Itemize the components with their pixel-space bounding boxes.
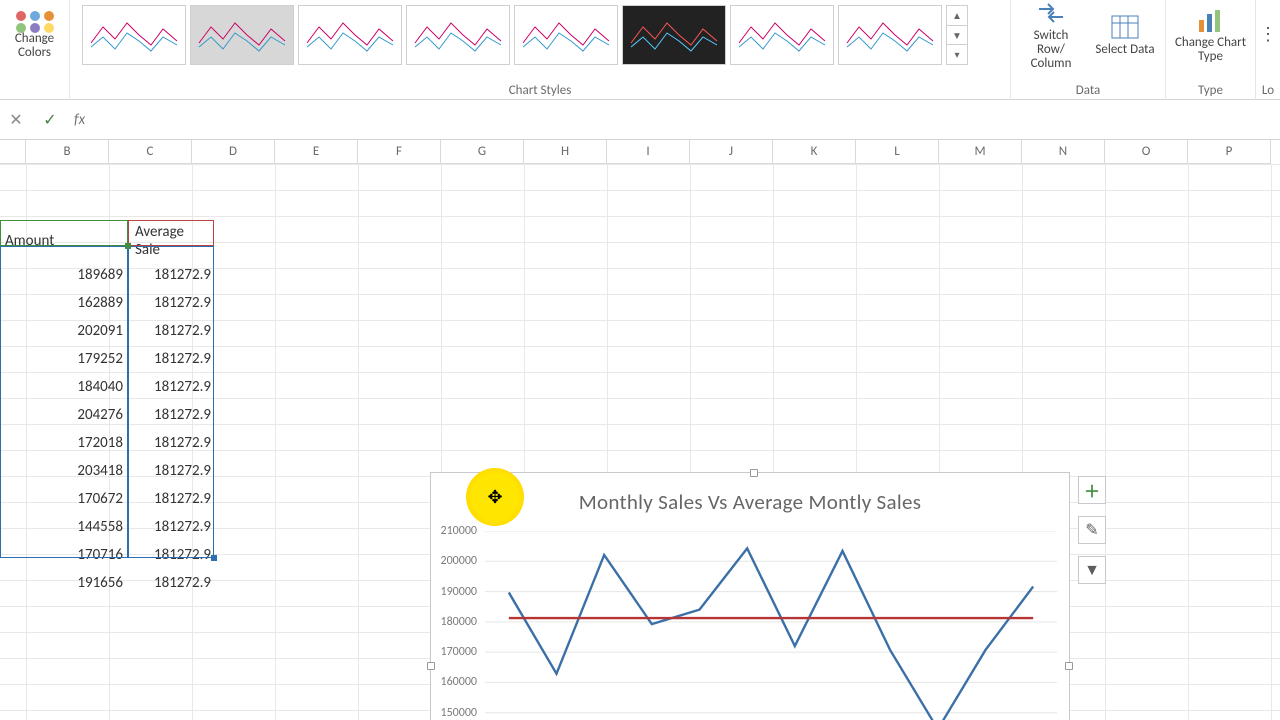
select-all-corner[interactable] [0,140,26,164]
selection-hdr-b [0,220,128,246]
chevron-down-icon[interactable]: ▼ [947,25,967,45]
chart-title[interactable]: Monthly Sales Vs Average Montly Sales [431,489,1069,515]
y-tick: 210000 [441,524,478,538]
switch-row-column-button[interactable]: Switch Row/ Column [1019,0,1083,71]
embedded-chart[interactable]: Monthly Sales Vs Average Montly Sales 14… [430,472,1070,720]
funnel-icon: ▼ [1084,561,1100,580]
formula-bar: ✕ ✓ fx [0,100,1280,140]
chart-svg [485,531,1057,720]
column-header-o[interactable]: O [1105,140,1188,164]
selection-hdr-c [128,220,214,246]
plot-area[interactable] [485,531,1057,720]
color-swatch-icon [14,10,56,32]
column-header-j[interactable]: J [690,140,773,164]
ribbon: Change Colors ▲▼▾ Chart Styles [0,0,1280,100]
select-data-icon [1109,13,1141,41]
data-group-label: Data [1076,83,1101,100]
cursor-highlight: ✥ [466,468,524,526]
change-colors-button[interactable]: Change Colors [3,10,67,61]
worksheet[interactable]: Amount Average Sale 189689181272.9162889… [0,164,1280,720]
change-colors-label: Change Colors [3,32,67,61]
chart-style-8[interactable] [838,5,942,65]
y-axis: 1400001500001600001700001800001900002000… [431,531,481,720]
chart-elements-button[interactable]: ＋ [1078,476,1106,504]
y-tick: 200000 [441,554,478,568]
chart-style-5[interactable] [514,5,618,65]
chart-style-4[interactable] [406,5,510,65]
column-header-n[interactable]: N [1022,140,1105,164]
cell-amount[interactable]: 191656 [2,570,130,596]
column-header-m[interactable]: M [939,140,1022,164]
column-header-h[interactable]: H [524,140,607,164]
chevron-up-icon[interactable]: ▲ [947,6,967,25]
selection-handle[interactable] [211,555,217,561]
column-header-b[interactable]: B [26,140,109,164]
column-headers: BCDEFGHIJKLMNOP [0,140,1280,164]
selection-handle-green[interactable] [125,243,131,249]
column-header-f[interactable]: F [358,140,441,164]
chart-filters-button[interactable]: ▼ [1078,556,1106,584]
enter-icon[interactable]: ✓ [40,110,60,130]
select-data-label: Select Data [1095,43,1154,57]
y-tick: 180000 [441,615,478,629]
brush-icon: ✎ [1085,520,1098,540]
y-tick: 150000 [441,706,478,720]
change-colors-group: Change Colors [0,0,70,100]
y-tick: 170000 [441,645,478,659]
chart-type-icon [1195,6,1227,34]
y-tick: 190000 [441,585,478,599]
chart-style-1[interactable] [82,5,186,65]
chart-styles-label: Chart Styles [509,83,572,100]
column-header-i[interactable]: I [607,140,690,164]
chart-style-7[interactable] [730,5,834,65]
more-button[interactable]: ⋮ [1236,25,1280,45]
select-data-button[interactable]: Select Data [1093,13,1157,57]
cancel-icon[interactable]: ✕ [6,110,26,130]
chart-styles-button[interactable]: ✎ [1078,516,1106,544]
type-group-label: Type [1198,83,1223,100]
column-header-l[interactable]: L [856,140,939,164]
column-header-e[interactable]: E [275,140,358,164]
move-cursor-icon: ✥ [487,486,502,508]
chart-style-2[interactable] [190,5,294,65]
fx-icon[interactable]: fx [74,111,85,129]
switch-icon [1035,0,1067,27]
chart-styles-group: ▲▼▾ Chart Styles [70,0,1011,100]
column-header-k[interactable]: K [773,140,856,164]
selection-b [0,246,128,558]
gallery-scroll[interactable]: ▲▼▾ [946,5,968,65]
table-row[interactable]: 191656181272.9 [2,570,218,596]
data-group: Switch Row/ Column Select Data Data [1011,0,1166,100]
column-header-g[interactable]: G [441,140,524,164]
chart-style-6[interactable] [622,5,726,65]
chart-style-3[interactable] [298,5,402,65]
plus-icon: ＋ [1084,478,1100,502]
formula-input[interactable] [99,106,1274,134]
column-header-c[interactable]: C [109,140,192,164]
more-icon[interactable]: ▾ [947,44,967,64]
column-header-p[interactable]: P [1188,140,1271,164]
selection-c [128,246,214,558]
switch-label: Switch Row/ Column [1019,29,1083,72]
chart-style-gallery: ▲▼▾ [82,0,1002,70]
column-header-d[interactable]: D [192,140,275,164]
y-tick: 160000 [441,675,478,689]
cell-average[interactable]: 181272.9 [132,570,218,596]
chart-side-buttons: ＋ ✎ ▼ [1078,476,1106,584]
